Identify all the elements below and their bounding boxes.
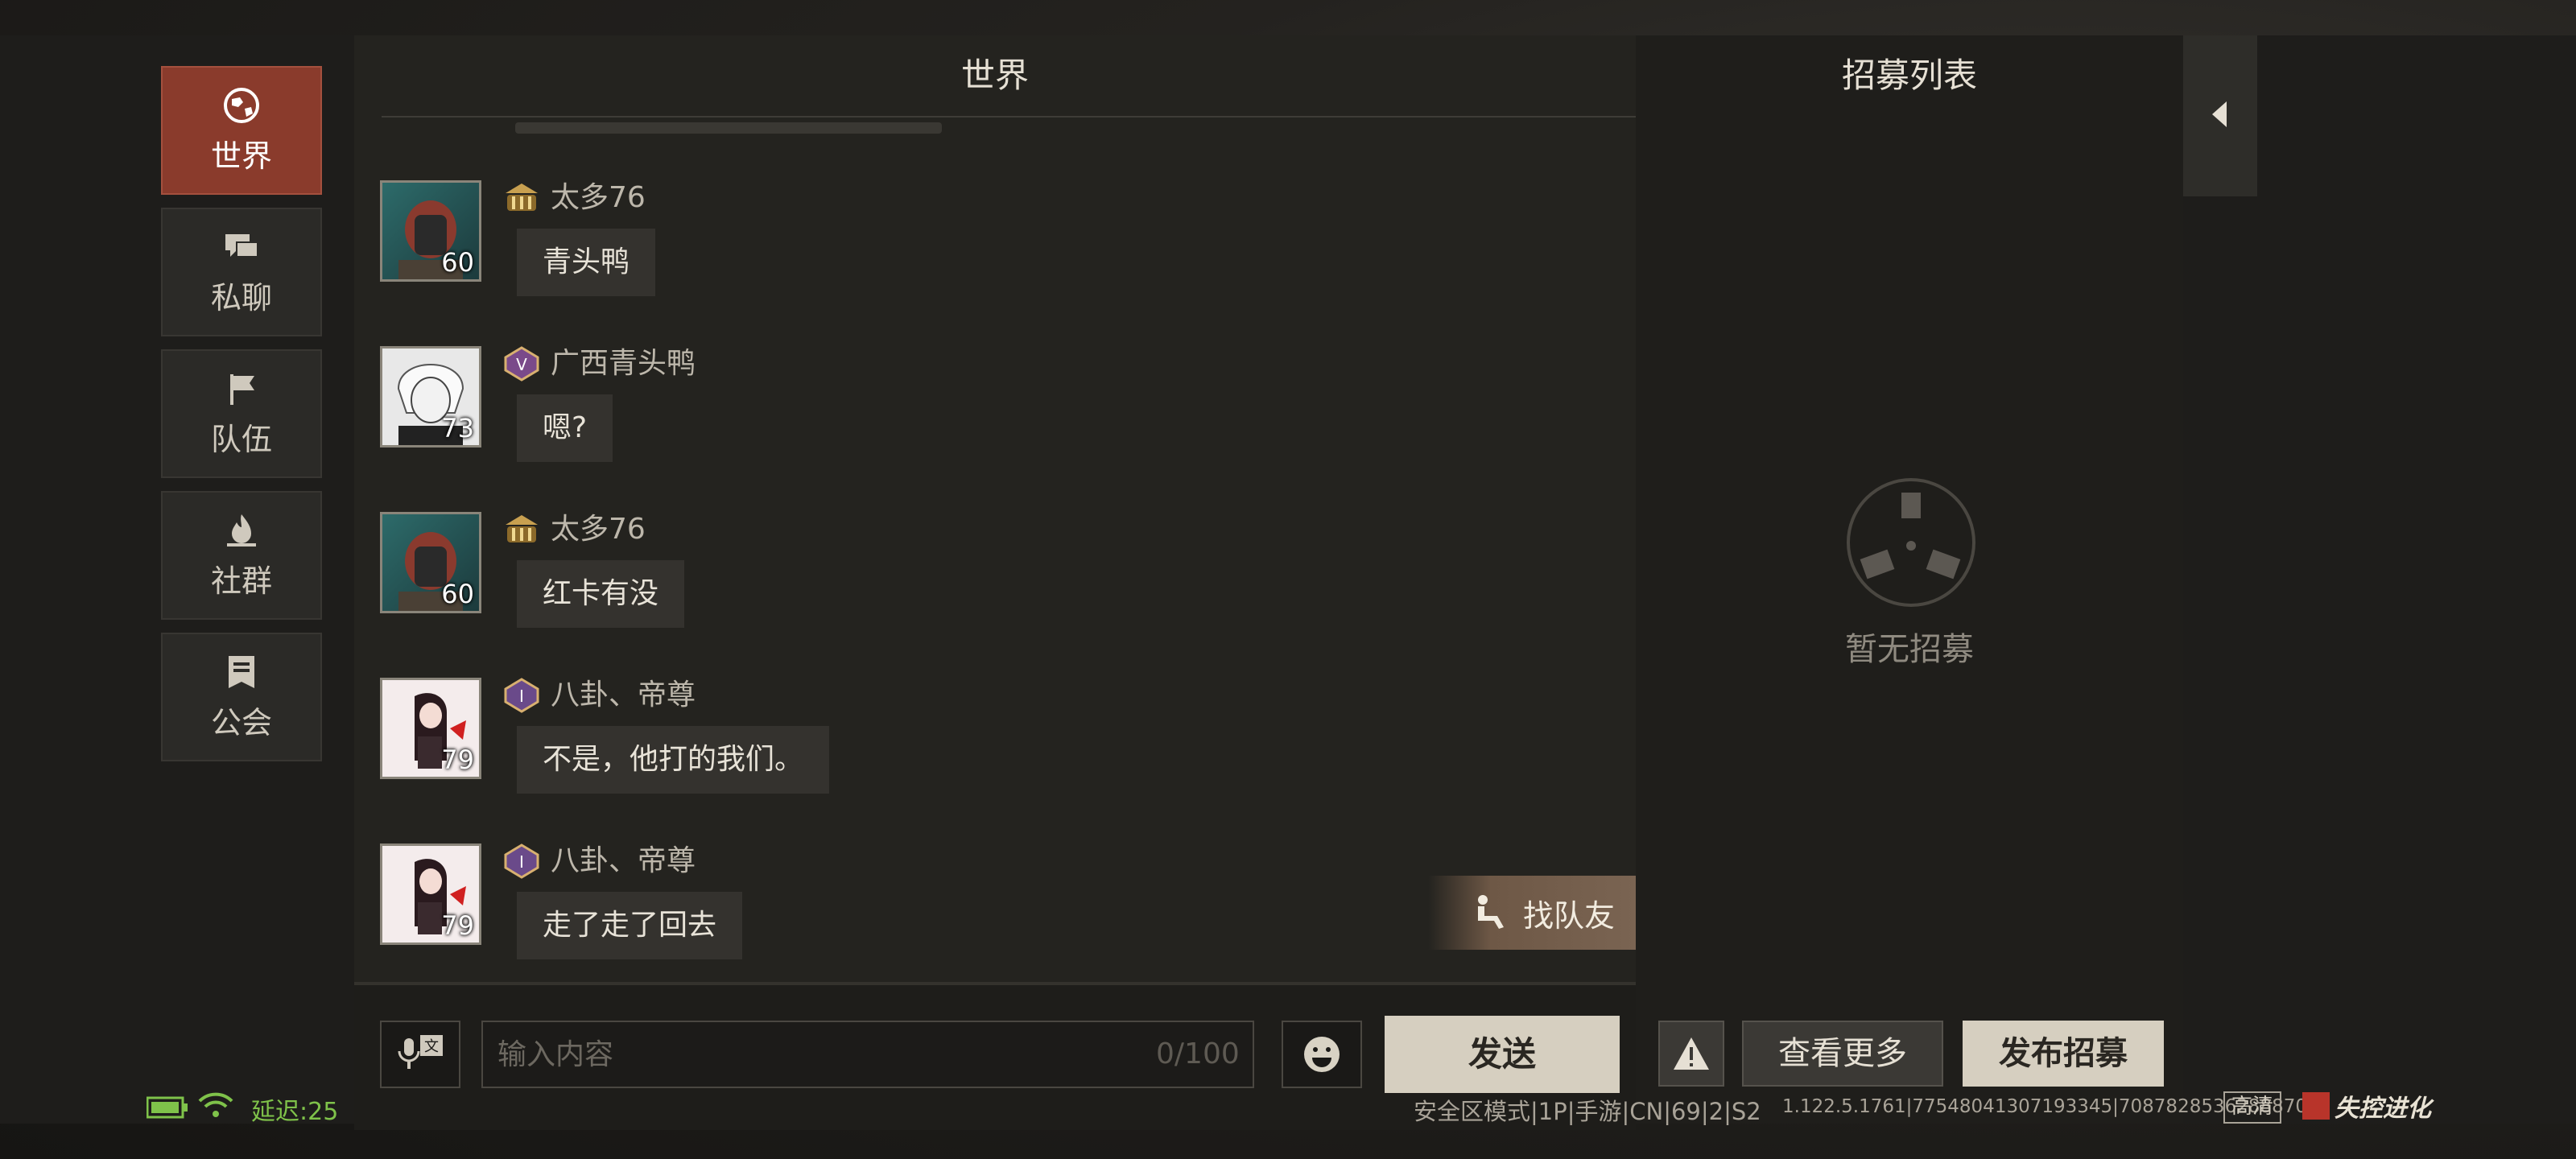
empty-recruit-icon (1847, 478, 1975, 607)
send-button[interactable]: 发送 (1385, 1016, 1620, 1093)
rank-i-badge-icon: I (504, 678, 539, 713)
mic-translate-icon: 文 (398, 1035, 443, 1069)
nav-item-label: 世界 (210, 138, 272, 174)
player-level: 60 (441, 579, 474, 609)
player-name[interactable]: 太多76 (551, 180, 646, 216)
view-more-button[interactable]: 查看更多 (1742, 1021, 1943, 1087)
player-name[interactable]: 广西青头鸭 (551, 346, 696, 382)
nav-item-label: 社群 (210, 563, 272, 599)
message-bubble: 红卡有没 (517, 560, 685, 628)
rank-pillar-badge-icon (506, 184, 538, 211)
player-name[interactable]: 八卦、帝尊 (551, 678, 696, 713)
chat-message: 60 太多76 红卡有没 (380, 512, 1346, 641)
nav-item-community[interactable]: 社群 (161, 491, 322, 620)
logo-text: 失控进化 (2334, 1095, 2431, 1123)
player-name[interactable]: 八卦、帝尊 (551, 843, 696, 879)
player-level: 79 (441, 910, 474, 941)
flag-icon (230, 373, 254, 405)
avatar[interactable]: 79 (380, 678, 481, 779)
avatar[interactable]: 60 (380, 512, 481, 613)
svg-text:I: I (519, 687, 524, 706)
server-info: 安全区模式|1P|手游|CN|69|2|S2 (1414, 1098, 1761, 1125)
nav-item-label: 队伍 (210, 421, 272, 457)
rank-pillar-badge-icon (506, 515, 538, 542)
find-teammate-label: 找队友 (1522, 897, 1615, 934)
latency-label: 延迟:25 (251, 1098, 339, 1126)
report-button[interactable] (1658, 1021, 1724, 1087)
svg-text:V: V (516, 355, 527, 374)
nav-item-label: 私聊 (210, 279, 272, 316)
status-bar: 延迟:25 安全区模式|1P|手游|CN|69|2|S2 1.122.5.176… (0, 1087, 2576, 1127)
svg-text:文: 文 (424, 1038, 439, 1055)
player-level: 73 (441, 413, 474, 443)
avatar[interactable]: 60 (380, 180, 481, 282)
seat-icon (1477, 895, 1504, 929)
nav-item-private[interactable]: 私聊 (161, 208, 322, 336)
avatar[interactable]: 79 (380, 843, 481, 945)
scroll-indicator[interactable] (515, 122, 942, 134)
rank-i-badge-icon: I (504, 843, 539, 879)
nav-item-guild[interactable]: 公会 (161, 633, 322, 761)
nav-item-world[interactable]: 世界 (161, 66, 322, 195)
message-bubble: 嗯? (517, 394, 613, 462)
chat-message: 79 I 八卦、帝尊 走了走了回去 (380, 843, 1346, 972)
quality-tag: 高清 (2223, 1091, 2282, 1124)
chat-text-input[interactable] (481, 1021, 1254, 1088)
chat-message: 73 V 广西青头鸭 嗯? (380, 346, 1346, 475)
voice-to-text-button[interactable]: 文 (380, 1021, 460, 1088)
message-bubble: 走了走了回去 (517, 892, 743, 959)
recruit-title: 招募列表 (1841, 56, 1977, 95)
chevron-left-icon (2212, 101, 2227, 127)
player-level: 79 (441, 744, 474, 775)
svg-text:I: I (519, 852, 524, 872)
campfire-icon (227, 514, 256, 547)
chat-message: 60 太多76 青头鸭 (380, 180, 1346, 309)
collapse-panel-button[interactable] (2183, 35, 2257, 196)
nav-item-label: 公会 (210, 704, 272, 740)
smiley-icon (1304, 1037, 1340, 1072)
globe-icon (224, 87, 259, 123)
game-logo: 失控进化 (2302, 1090, 2431, 1123)
chat-channel-nav: 世界 私聊 队伍 社群 公会 (161, 66, 325, 774)
empty-recruit-text: 暂无招募 (1845, 631, 1974, 668)
logo-mark-icon (2302, 1092, 2330, 1120)
player-level: 60 (441, 247, 474, 278)
message-bubble: 青头鸭 (517, 229, 656, 296)
char-counter: 0/100 (1156, 1037, 1240, 1070)
battery-icon (147, 1096, 188, 1119)
chat-bubbles-icon (225, 233, 258, 258)
emoji-button[interactable] (1282, 1021, 1362, 1088)
find-teammate-button[interactable]: 找队友 (1428, 876, 1637, 950)
rank-v-badge-icon: V (504, 346, 539, 382)
recruit-panel: 招募列表 暂无招募 查看更多 发布招募 (1636, 35, 2183, 1124)
chat-title: 世界 (960, 56, 1029, 95)
guild-banner-icon (229, 655, 254, 688)
warning-icon (1674, 1037, 1709, 1070)
chat-message: 79 I 八卦、帝尊 不是，他打的我们。 (380, 678, 1346, 806)
player-name[interactable]: 太多76 (551, 512, 646, 547)
message-bubble: 不是，他打的我们。 (517, 726, 830, 794)
avatar[interactable]: 73 (380, 346, 481, 448)
wifi-icon (198, 1092, 233, 1117)
nav-item-team[interactable]: 队伍 (161, 349, 322, 478)
post-recruit-button[interactable]: 发布招募 (1963, 1021, 2164, 1087)
world-chat-panel: 世界 60 太多76 青头鸭 73 V 广西青头鸭 嗯? 60 太多76 红卡有… (354, 35, 1636, 982)
